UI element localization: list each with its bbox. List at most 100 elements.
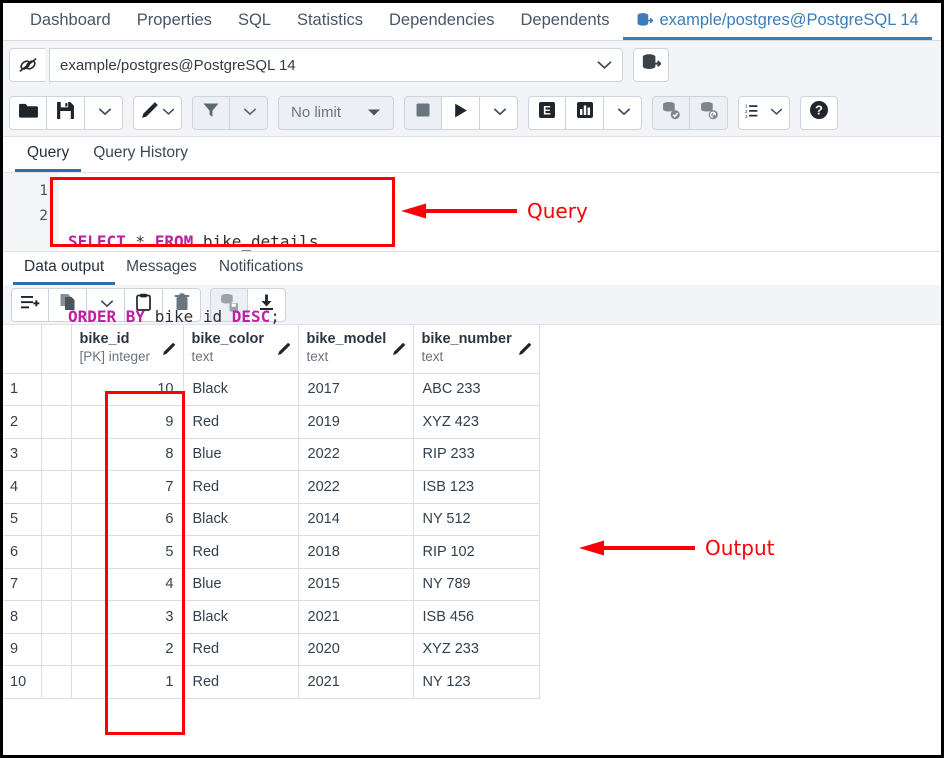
cell-bike-number[interactable]: ABC 233: [413, 373, 539, 406]
cell-bike-id[interactable]: 10: [71, 373, 183, 406]
table-row[interactable]: 9 2 Red 2020 XYZ 233: [3, 633, 539, 666]
cell-bike-color[interactable]: Red: [183, 471, 298, 504]
save-file-dropdown[interactable]: [85, 96, 123, 130]
cell-bike-color[interactable]: Red: [183, 406, 298, 439]
row-select-cell[interactable]: [41, 536, 71, 569]
save-file-button[interactable]: [47, 96, 85, 130]
cell-bike-number[interactable]: XYZ 423: [413, 406, 539, 439]
cell-bike-id[interactable]: 7: [71, 471, 183, 504]
row-select-cell[interactable]: [41, 406, 71, 439]
table-row[interactable]: 5 6 Black 2014 NY 512: [3, 503, 539, 536]
tab-dashboard[interactable]: Dashboard: [17, 3, 124, 40]
tab-sql[interactable]: SQL: [225, 3, 284, 40]
cell-bike-number[interactable]: NY 512: [413, 503, 539, 536]
execute-button[interactable]: [442, 96, 480, 130]
row-select-cell[interactable]: [41, 601, 71, 634]
column-header-bike-color[interactable]: bike_color text: [183, 325, 298, 373]
table-row[interactable]: 7 4 Blue 2015 NY 789: [3, 568, 539, 601]
table-row[interactable]: 4 7 Red 2022 ISB 123: [3, 471, 539, 504]
sql-code-area[interactable]: SELECT * FROM bike_details ORDER BY bike…: [59, 173, 941, 251]
tab-properties[interactable]: Properties: [124, 3, 225, 40]
row-select-cell[interactable]: [41, 373, 71, 406]
tab-query[interactable]: Query: [15, 137, 81, 172]
cell-bike-model[interactable]: 2022: [298, 438, 413, 471]
connection-link-icon: [9, 48, 45, 82]
table-row[interactable]: 6 5 Red 2018 RIP 102: [3, 536, 539, 569]
cell-bike-color[interactable]: Black: [183, 373, 298, 406]
cell-bike-model[interactable]: 2020: [298, 633, 413, 666]
commit-button[interactable]: [652, 96, 690, 130]
table-row[interactable]: 3 8 Blue 2022 RIP 233: [3, 438, 539, 471]
rollback-button[interactable]: [690, 96, 728, 130]
table-row[interactable]: 8 3 Black 2021 ISB 456: [3, 601, 539, 634]
grid-body: 1 10 Black 2017 ABC 233 2 9 Red 2019 XYZ…: [3, 373, 539, 698]
column-header-bike-number[interactable]: bike_number text: [413, 325, 539, 373]
cell-bike-number[interactable]: ISB 456: [413, 601, 539, 634]
cell-bike-color[interactable]: Red: [183, 666, 298, 699]
edit-button[interactable]: [133, 96, 182, 130]
cell-bike-color[interactable]: Black: [183, 503, 298, 536]
table-row[interactable]: 2 9 Red 2019 XYZ 423: [3, 406, 539, 439]
cell-bike-color[interactable]: Red: [183, 633, 298, 666]
cell-bike-number[interactable]: XYZ 233: [413, 633, 539, 666]
tab-dependents[interactable]: Dependents: [508, 3, 623, 40]
tab-dependencies[interactable]: Dependencies: [376, 3, 508, 40]
filter-button[interactable]: [192, 96, 230, 130]
cell-bike-model[interactable]: 2021: [298, 601, 413, 634]
new-connection-button[interactable]: [633, 48, 669, 82]
cell-bike-id[interactable]: 3: [71, 601, 183, 634]
cell-bike-id[interactable]: 9: [71, 406, 183, 439]
row-select-cell[interactable]: [41, 438, 71, 471]
table-row[interactable]: 1 10 Black 2017 ABC 233: [3, 373, 539, 406]
cell-bike-id[interactable]: 6: [71, 503, 183, 536]
cell-bike-model[interactable]: 2021: [298, 666, 413, 699]
row-limit-select[interactable]: No limit: [278, 96, 394, 130]
add-row-button[interactable]: [11, 288, 49, 322]
cell-bike-number[interactable]: NY 789: [413, 568, 539, 601]
explain-button[interactable]: E: [528, 96, 566, 130]
help-button[interactable]: ?: [800, 96, 838, 130]
row-select-cell[interactable]: [41, 503, 71, 536]
column-header-bike-id[interactable]: bike_id [PK] integer: [71, 325, 183, 373]
cell-bike-number[interactable]: RIP 102: [413, 536, 539, 569]
cell-bike-color[interactable]: Red: [183, 536, 298, 569]
open-file-button[interactable]: [9, 96, 47, 130]
cell-bike-model[interactable]: 2014: [298, 503, 413, 536]
cell-bike-model[interactable]: 2019: [298, 406, 413, 439]
execute-dropdown[interactable]: [480, 96, 518, 130]
row-select-cell[interactable]: [41, 568, 71, 601]
cell-bike-model[interactable]: 2015: [298, 568, 413, 601]
row-select-cell[interactable]: [41, 666, 71, 699]
explain-dropdown[interactable]: [604, 96, 642, 130]
tab-sql-label: SQL: [238, 11, 271, 30]
connection-select[interactable]: example/postgres@PostgreSQL 14: [49, 48, 623, 82]
cell-bike-id[interactable]: 8: [71, 438, 183, 471]
explain-analyze-button[interactable]: [566, 96, 604, 130]
cell-bike-color[interactable]: Blue: [183, 438, 298, 471]
cell-bike-id[interactable]: 1: [71, 666, 183, 699]
cell-bike-number[interactable]: RIP 233: [413, 438, 539, 471]
filter-dropdown[interactable]: [230, 96, 268, 130]
table-row[interactable]: 10 1 Red 2021 NY 123: [3, 666, 539, 699]
macros-button[interactable]: 1 2 3: [738, 96, 790, 130]
cell-bike-color[interactable]: Black: [183, 601, 298, 634]
tab-query-history[interactable]: Query History: [81, 137, 200, 172]
cell-bike-id[interactable]: 5: [71, 536, 183, 569]
cell-bike-color[interactable]: Blue: [183, 568, 298, 601]
cell-bike-model[interactable]: 2017: [298, 373, 413, 406]
cell-bike-id[interactable]: 2: [71, 633, 183, 666]
row-select-cell[interactable]: [41, 471, 71, 504]
cell-bike-id[interactable]: 4: [71, 568, 183, 601]
cell-bike-model[interactable]: 2018: [298, 536, 413, 569]
cell-bike-number[interactable]: NY 123: [413, 666, 539, 699]
cell-bike-number[interactable]: ISB 123: [413, 471, 539, 504]
result-grid-container[interactable]: bike_id [PK] integer bike_color text: [3, 325, 941, 721]
stop-button[interactable]: [404, 96, 442, 130]
sql-editor[interactable]: 1 2 SELECT * FROM bike_details ORDER BY …: [3, 173, 941, 251]
column-header-bike-model[interactable]: bike_model text: [298, 325, 413, 373]
cell-bike-model[interactable]: 2022: [298, 471, 413, 504]
tab-query-tool[interactable]: example/postgres@PostgreSQL 14: [623, 3, 932, 40]
explain-e-icon: E: [538, 101, 556, 124]
row-select-cell[interactable]: [41, 633, 71, 666]
tab-statistics[interactable]: Statistics: [284, 3, 376, 40]
